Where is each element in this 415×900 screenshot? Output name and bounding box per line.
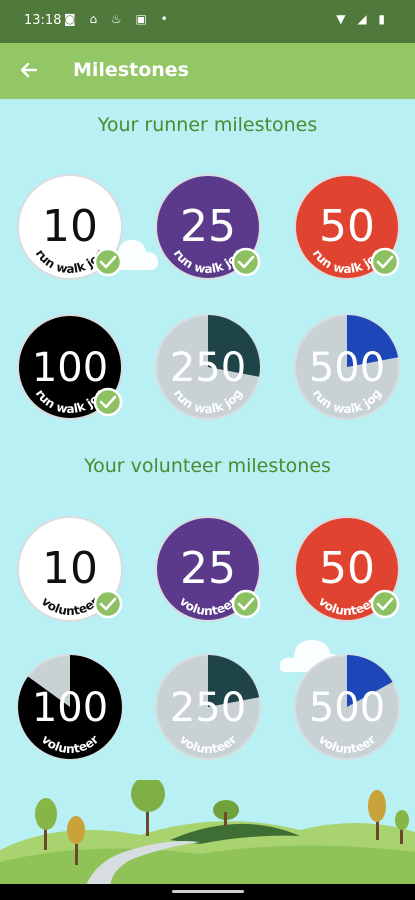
earned-check-icon	[93, 589, 123, 619]
runner-milestone-badge-50[interactable]: 50run walk jog	[292, 172, 402, 282]
volunteer-milestones-heading: Your volunteer milestones	[84, 455, 331, 477]
badge-number: 10	[42, 201, 98, 252]
badge-graphic: 100volunteer	[17, 654, 123, 760]
volunteer-milestone-badge-250[interactable]: 250 volunteer	[153, 652, 263, 762]
badge-graphic: 10run walk jog	[17, 174, 123, 280]
volunteer-milestone-badge-100[interactable]: 100 volunteer	[15, 652, 125, 762]
earned-check-icon	[370, 247, 400, 277]
badge-graphic: 10volunteer	[17, 516, 123, 622]
badge-graphic: 250volunteer	[155, 654, 261, 760]
badge-graphic: 50run walk jog	[294, 174, 400, 280]
arrow-left-icon	[20, 62, 38, 78]
runner-milestone-badge-250[interactable]: 250 run walk jog	[153, 312, 263, 422]
badge-graphic: 25run walk jog	[155, 174, 261, 280]
runner-milestone-badge-25[interactable]: 25run walk jog	[153, 172, 263, 282]
badge-graphic: 500volunteer	[294, 654, 400, 760]
badge-graphic: 250run walk jog	[155, 314, 261, 420]
runner-milestone-badge-500[interactable]: 500 run walk jog	[292, 312, 402, 422]
badge-graphic: 500run walk jog	[294, 314, 400, 420]
volunteer-milestone-badge-10[interactable]: 10volunteer	[15, 514, 125, 624]
badge-number: 10	[42, 543, 98, 594]
system-navigation-bar	[0, 884, 415, 900]
status-bar: 13:18 ◙ ⌂ ♨ ▣ • ▼ ◢ ▮	[0, 0, 415, 43]
park-scenery-illustration	[0, 780, 415, 888]
page-title: Milestones	[73, 59, 189, 81]
earned-check-icon	[231, 589, 261, 619]
badge-number: 250	[170, 685, 246, 731]
badge-number: 25	[180, 201, 236, 252]
runner-milestone-badge-100[interactable]: 100run walk jog	[15, 312, 125, 422]
notification-icons: ◙ ⌂ ♨ ▣ •	[64, 12, 173, 26]
home-gesture-handle[interactable]	[172, 890, 244, 893]
badge-number: 25	[180, 543, 236, 594]
back-button[interactable]	[14, 55, 44, 85]
badge-graphic: 25volunteer	[155, 516, 261, 622]
badge-graphic: 100run walk jog	[17, 314, 123, 420]
badge-graphic: 50volunteer	[294, 516, 400, 622]
badge-number: 50	[319, 201, 375, 252]
earned-check-icon	[370, 589, 400, 619]
earned-check-icon	[93, 387, 123, 417]
volunteer-milestone-badge-500[interactable]: 500 volunteer	[292, 652, 402, 762]
badge-number: 250	[170, 345, 246, 391]
badge-number: 100	[32, 345, 108, 391]
badge-number: 500	[309, 345, 385, 391]
badge-number: 50	[319, 543, 375, 594]
badge-number: 500	[309, 685, 385, 731]
runner-milestone-badge-10[interactable]: 10run walk jog	[15, 172, 125, 282]
badge-number: 100	[32, 685, 108, 731]
earned-check-icon	[93, 247, 123, 277]
earned-check-icon	[231, 247, 261, 277]
app-bar: Milestones	[0, 43, 415, 99]
status-time: 13:18	[24, 13, 62, 28]
system-status-icons: ▼ ◢ ▮	[336, 12, 389, 26]
volunteer-milestone-badge-25[interactable]: 25volunteer	[153, 514, 263, 624]
runner-milestones-heading: Your runner milestones	[97, 114, 318, 136]
volunteer-milestone-badge-50[interactable]: 50volunteer	[292, 514, 402, 624]
